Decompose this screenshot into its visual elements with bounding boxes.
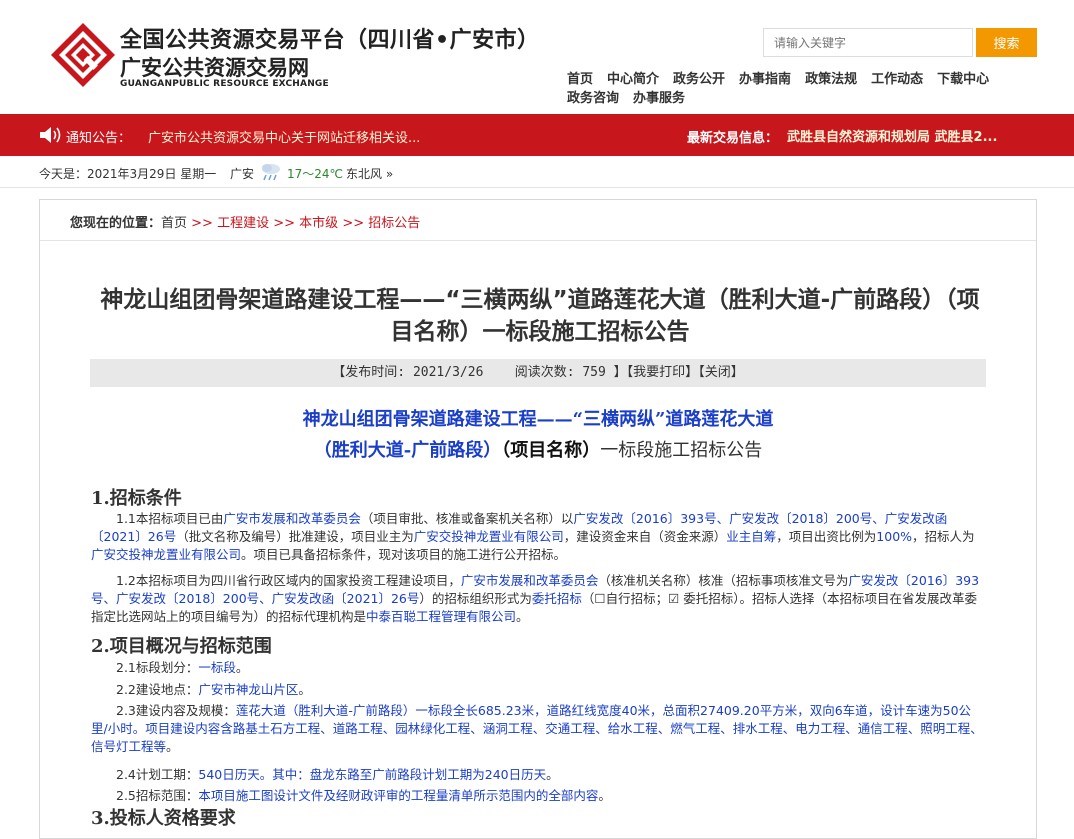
text: 2.5招标范围：: [91, 788, 199, 803]
underlined-text: 委托招标: [531, 591, 582, 606]
nav-item-guide[interactable]: 办事指南: [739, 70, 791, 89]
paragraph-1-2: 1.2本招标项目为四川省行政区域内的国家投资工程建设项目，广安市发展和改革委员会…: [91, 572, 987, 626]
notice-label: 通知公告：: [66, 131, 132, 146]
paragraph-2-2: 2.2建设地点：广安市神龙山片区。: [91, 681, 987, 699]
breadcrumb: 您现在的位置：首页 >> 工程建设 >> 本市级 >> 招标公告: [70, 212, 420, 231]
text: 1.2本招标项目为四川省行政区域内的国家投资工程建设项目，: [91, 573, 461, 588]
content-title-line2: （胜利大道-广前路段）（项目名称）一标段施工招标公告: [90, 436, 986, 462]
content-title-project: （项目名称）: [501, 440, 601, 461]
print-link[interactable]: 【我要打印】: [627, 365, 699, 380]
site-header: 全国公共资源交易平台（四川省•广安市） 广安公共资源交易网 GUANGANPUB…: [0, 0, 1074, 114]
text: 。项目已具备招标条件，现对该项目的施工进行公开招标。: [241, 547, 567, 562]
publish-date: 【发布时间: 2021/3/26: [332, 365, 484, 380]
breadcrumb-engineering[interactable]: 工程建设: [217, 216, 269, 231]
view-count: 阅读次数: 759 】: [514, 365, 627, 380]
nav-item-gov-affairs[interactable]: 政务公开: [673, 70, 725, 89]
temperature-text: 17～24℃: [287, 167, 344, 181]
paragraph-2-5: 2.5招标范围：本项目施工图设计文件及经财政评审的工程量清单所示范围内的全部内容…: [91, 787, 987, 805]
text: 。: [516, 609, 529, 624]
text: 。: [166, 739, 179, 754]
section-heading-3: 3.投标人资格要求: [91, 808, 236, 829]
site-english-name: GUANGANPUBLIC RESOURCE EXCHANGE: [120, 79, 329, 89]
text: ）的招标组织形式为: [419, 591, 532, 606]
text: （项目审批、核准或备案机关名称）以: [360, 511, 574, 526]
section-heading-1: 1.招标条件: [91, 488, 182, 509]
nav-item-news[interactable]: 工作动态: [871, 70, 923, 89]
article-meta: 【发布时间: 2021/3/26 阅读次数: 759 】【我要打印】【关闭】: [90, 359, 986, 387]
breadcrumb-sep: >>: [187, 216, 218, 231]
breadcrumb-home[interactable]: 首页: [161, 216, 187, 231]
weather-wind[interactable]: 东北风 »: [346, 165, 393, 182]
underlined-text: 540日历天。其中：盘龙东路至广前路段计划工期为240日历天: [198, 767, 547, 782]
site-subtitle: 广安公共资源交易网: [120, 56, 309, 80]
content-title-section: （胜利大道-广前路段）: [313, 440, 502, 461]
underlined-text: 广安交投神龙置业有限公司: [413, 529, 564, 544]
nav-item-download[interactable]: 下载中心: [937, 70, 989, 89]
latest-trade-link[interactable]: 武胜县自然资源和规划局 武胜县2...: [787, 126, 1012, 145]
paragraph-2-1: 2.1标段划分：一标段。: [91, 659, 987, 677]
nav-item-about[interactable]: 中心简介: [607, 70, 659, 89]
text: 1.1本招标项目已由: [91, 511, 224, 526]
underlined-text: 本项目施工图设计文件及经财政评审的工程量清单所示范围内的全部内容: [198, 788, 599, 803]
search-input[interactable]: [763, 28, 973, 57]
weather-temperature: 17～24℃: [287, 165, 343, 182]
text: 。: [298, 682, 311, 697]
paragraph-1-1: 1.1本招标项目已由广安市发展和改革委员会（项目审批、核准或备案机关名称）以广安…: [91, 510, 987, 564]
weather-city: 广安: [230, 167, 255, 181]
main-nav: 首页 中心简介 政务公开 办事指南 政策法规 工作动态 下载中心政务咨询 办事服务: [567, 70, 1047, 108]
breadcrumb-bid-notice[interactable]: 招标公告: [368, 216, 420, 231]
notice-bar: 通知公告： 广安市公共资源交易中心关于网站迁移相关设... 最新交易信息： 武胜…: [0, 114, 1074, 156]
nav-item-service[interactable]: 办事服务: [633, 89, 685, 108]
text: （批文名称及编号）批准建设，项目业主为: [176, 529, 414, 544]
site-title: 全国公共资源交易平台（四川省•广安市）: [120, 28, 540, 53]
breadcrumb-label: 您现在的位置：: [70, 216, 162, 231]
underlined-text: 业主自筹: [726, 529, 777, 544]
underlined-text: 一标段: [198, 660, 236, 675]
nav-item-policy[interactable]: 政策法规: [805, 70, 857, 89]
breadcrumb-sep: >>: [338, 216, 369, 231]
breadcrumb-divider: [40, 240, 1036, 241]
underlined-text: 中泰百聪工程管理有限公司: [366, 609, 517, 624]
paragraph-2-3: 2.3建设内容及规模：莲花大道（胜利大道-广前路段）一标段全长685.23米，道…: [91, 702, 987, 756]
text: ，建设资金来自（资金来源）: [563, 529, 727, 544]
rain-cloud-icon: [262, 164, 280, 181]
text: 。: [598, 788, 611, 803]
current-date: 今天是：2021年3月29日 星期一: [39, 167, 217, 181]
underlined-text: 100%: [876, 529, 913, 544]
notice-link[interactable]: 广安市公共资源交易中心关于网站迁移相关设...: [148, 127, 420, 146]
article-title: 神龙山组团骨架道路建设工程——“三横两纵”道路莲花大道（胜利大道-广前路段）（项…: [100, 287, 980, 345]
search-button[interactable]: 搜索: [976, 28, 1037, 57]
date-weather-bar: 今天是：2021年3月29日 星期一 广安 17～24℃ 东北风 »: [0, 156, 1074, 188]
underlined-text: 广安交投神龙置业有限公司: [91, 547, 242, 562]
content-title-line1: 神龙山组团骨架道路建设工程——“三横两纵”道路莲花大道: [302, 409, 774, 430]
breadcrumb-sep: >>: [269, 216, 300, 231]
text: 2.1标段划分：: [91, 660, 199, 675]
close-link[interactable]: 【关闭】: [698, 365, 744, 380]
article-panel: 您现在的位置：首页 >> 工程建设 >> 本市级 >> 招标公告 神龙山组团骨架…: [39, 199, 1037, 839]
section-heading-2: 2.项目概况与招标范围: [91, 636, 272, 657]
site-logo[interactable]: [50, 22, 116, 88]
paragraph-2-4: 2.4计划工期：540日历天。其中：盘龙东路至广前路段计划工期为240日历天。: [91, 766, 987, 784]
speaker-icon: [40, 127, 61, 143]
nav-item-consult[interactable]: 政务咨询: [567, 89, 619, 108]
text: （核准机关名称）核准（招标事项核准文号为: [598, 573, 849, 588]
text: 。: [546, 767, 559, 782]
breadcrumb-city-level[interactable]: 本市级: [299, 216, 338, 231]
text: 2.2建设地点：: [91, 682, 199, 697]
text: 2.4计划工期：: [91, 767, 199, 782]
nav-item-home[interactable]: 首页: [567, 70, 593, 89]
text: 2.3建设内容及规模：: [91, 703, 236, 718]
text: 。: [235, 660, 249, 675]
latest-trade-label: 最新交易信息：: [687, 131, 779, 146]
content-title-suffix: 一标段施工招标公告: [600, 440, 763, 461]
text: ，项目出资比例为: [776, 529, 877, 544]
text: ，招标人为: [912, 529, 975, 544]
underlined-text: 广安市发展和改革委员会: [460, 573, 599, 588]
underlined-text: 广安市神龙山片区: [198, 682, 299, 697]
underlined-text: 广安市发展和改革委员会: [223, 511, 361, 526]
